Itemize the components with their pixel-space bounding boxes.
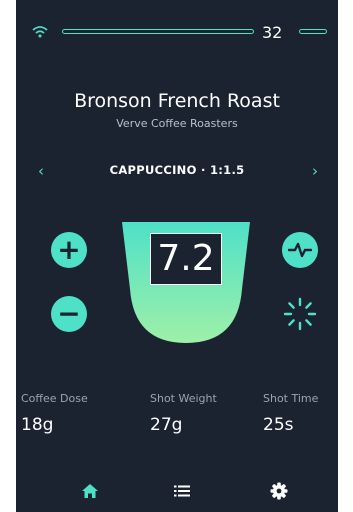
minus-icon: − <box>57 297 81 330</box>
home-icon <box>82 484 98 498</box>
mode-selector: ‹ CAPPUCCINO · 1:1.5 › <box>16 160 338 184</box>
chevron-right-icon[interactable]: › <box>312 162 318 180</box>
stat-value: 25s <box>263 415 294 435</box>
nav-settings[interactable] <box>268 480 290 502</box>
bottom-nav <box>16 476 338 506</box>
grind-readout: 7.2 <box>150 233 222 285</box>
stat-shot-weight: Shot Weight 27g <box>150 392 217 435</box>
wifi-icon <box>32 26 48 38</box>
roaster-name: Verve Coffee Roasters <box>116 117 238 130</box>
stat-shot-time: Shot Time 25s <box>263 392 318 435</box>
list-icon <box>174 485 190 497</box>
mode-label: CAPPUCCINO · 1:1.5 <box>109 163 245 177</box>
stat-label: Shot Time <box>263 392 319 405</box>
nav-home[interactable] <box>79 480 101 502</box>
stat-value: 18g <box>21 415 54 435</box>
progress-line-left <box>62 29 254 34</box>
decrease-button[interactable]: − <box>51 296 87 332</box>
coffee-name: Bronson French Roast <box>74 90 280 112</box>
stat-coffee-dose: Coffee Dose 18g <box>21 392 88 435</box>
pulse-button[interactable] <box>282 232 318 268</box>
increase-button[interactable]: + <box>51 232 87 268</box>
gear-icon <box>270 482 288 500</box>
stat-label: Coffee Dose <box>21 392 88 405</box>
status-bar: 32 <box>16 22 338 46</box>
nav-list[interactable] <box>171 480 193 502</box>
stat-label: Shot Weight <box>150 392 217 405</box>
app-screen: 32 Bronson French Roast Verve Coffee Roa… <box>16 0 338 512</box>
progress-line-right <box>299 29 327 34</box>
spinner-icon[interactable] <box>282 296 318 332</box>
plus-icon: + <box>57 233 81 266</box>
stat-value: 27g <box>150 415 183 435</box>
pulse-icon <box>288 242 312 258</box>
status-count: 32 <box>262 23 283 42</box>
